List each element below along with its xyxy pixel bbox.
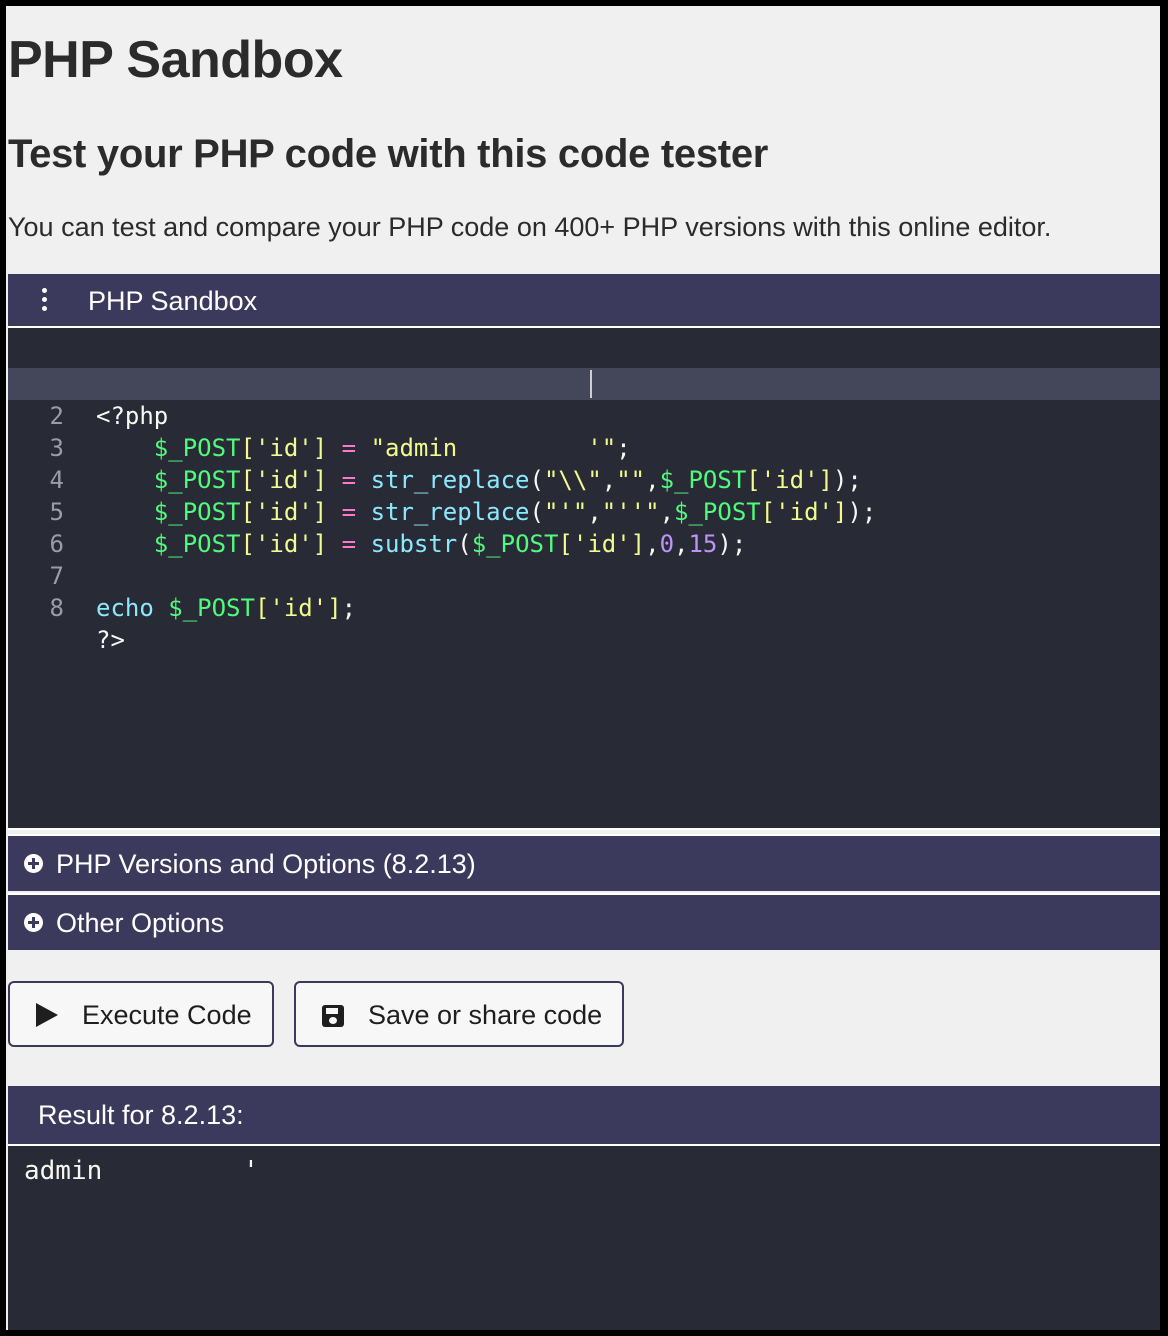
result-output-text: admin ' — [24, 1156, 259, 1186]
intro-text: You can test and compare your PHP code o… — [8, 212, 1052, 242]
result-header: Result for 8.2.13: — [8, 1086, 1160, 1146]
save-share-label: Save or share code — [368, 1000, 603, 1030]
code-line[interactable]: 8 ?> — [8, 560, 1160, 654]
code-line[interactable]: 3 $_POST['id'] = str_replace("\\","",$_P… — [8, 400, 1160, 494]
editor-panel-header: PHP Sandbox — [8, 274, 1160, 328]
code-line-text: ?> — [96, 626, 125, 654]
editor-panel-title: PHP Sandbox — [88, 286, 258, 316]
save-share-button[interactable]: Save or share code — [294, 981, 624, 1047]
play-icon — [36, 1003, 58, 1027]
code-line-active[interactable]: 2 $_POST['id'] = "admin '"; — [8, 368, 1160, 462]
code-line[interactable]: 7 echo $_POST['id']; — [8, 528, 1160, 622]
result-label: Result for 8.2.13: — [38, 1100, 244, 1130]
accordion-label: PHP Versions and Options (8.2.13) — [56, 849, 476, 879]
result-output: admin ' — [8, 1146, 1160, 1330]
execute-code-button[interactable]: Execute Code — [8, 981, 274, 1047]
other-options-accordion[interactable]: Other Options — [8, 893, 1160, 950]
code-line[interactable]: 1 <?php — [8, 336, 1160, 430]
page-subtitle: Test your PHP code with this code tester — [8, 132, 769, 176]
execute-code-label: Execute Code — [82, 1000, 252, 1030]
page-title: PHP Sandbox — [8, 31, 343, 89]
php-versions-accordion[interactable]: PHP Versions and Options (8.2.13) — [8, 834, 1160, 891]
code-editor[interactable]: 1 <?php 2 $_POST['id'] = "admin '"; 3 $_… — [8, 328, 1160, 830]
plus-circle-icon — [24, 854, 43, 873]
floppy-disk-icon — [322, 1005, 344, 1027]
code-line-text: echo $_POST['id']; — [96, 594, 357, 622]
code-line[interactable]: 6 — [8, 496, 1160, 558]
code-line[interactable]: 5 $_POST['id'] = substr($_POST['id'],0,1… — [8, 464, 1160, 558]
accordion-label: Other Options — [56, 908, 225, 938]
code-line[interactable]: 4 $_POST['id'] = str_replace("'","''",$_… — [8, 432, 1160, 526]
kebab-menu-icon[interactable] — [42, 288, 48, 312]
plus-circle-icon — [24, 913, 43, 932]
line-number: 8 — [49, 594, 64, 622]
page-frame: PHP Sandbox Test your PHP code with this… — [6, 6, 1160, 1330]
text-cursor — [590, 370, 592, 398]
